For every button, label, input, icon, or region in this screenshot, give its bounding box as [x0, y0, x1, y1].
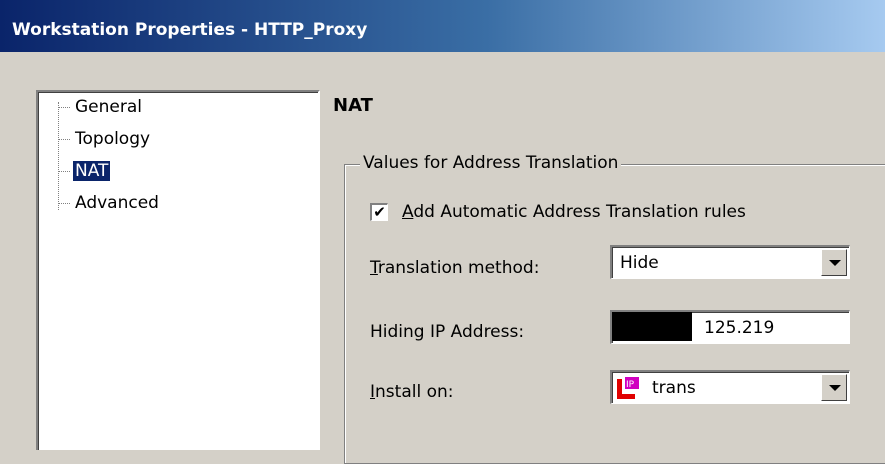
tree-item-label: Topology [75, 129, 151, 149]
category-tree: General Topology NAT Advanced [36, 90, 320, 450]
redaction-block [612, 312, 692, 341]
gateway-icon: IP [617, 377, 639, 399]
svg-text:IP: IP [626, 380, 635, 390]
window-titlebar: Workstation Properties - HTTP_Proxy [0, 0, 885, 52]
hiding-ip-value: 125.219 [704, 318, 775, 338]
chevron-down-icon[interactable] [821, 374, 847, 401]
auto-translation-label[interactable]: Add Automatic Address Translation rules [402, 202, 746, 222]
auto-translation-checkbox[interactable]: ✔ [370, 203, 388, 221]
chevron-down-icon[interactable] [821, 249, 847, 276]
tree-item-label: Advanced [75, 193, 159, 213]
install-on-label: Install on: [370, 382, 453, 402]
tree-item-label: NAT [71, 160, 112, 182]
translation-method-value: Hide [620, 253, 659, 273]
tree-item-label: General [75, 97, 142, 117]
install-on-value: trans [652, 378, 696, 398]
tree-item-advanced[interactable]: Advanced [58, 193, 161, 217]
install-on-select[interactable]: IP trans [610, 370, 850, 404]
hiding-ip-field[interactable]: 125.219 [610, 310, 850, 344]
auto-translation-mnemonic: A [402, 202, 414, 222]
section-title: NAT [333, 95, 373, 116]
tree-item-topology[interactable]: Topology [58, 129, 152, 153]
group-label: Values for Address Translation [360, 153, 622, 173]
tree-item-nat[interactable]: NAT [58, 160, 112, 185]
translation-method-mnemonic: T [370, 258, 378, 278]
translation-method-label-rest: ranslation method: [377, 258, 540, 278]
window-title: Workstation Properties - HTTP_Proxy [12, 20, 368, 40]
tree-item-general[interactable]: General [58, 97, 144, 121]
auto-translation-label-rest: dd Automatic Address Translation rules [413, 202, 746, 222]
translation-method-label: Translation method: [370, 258, 539, 278]
hiding-ip-label: Hiding IP Address: [370, 322, 525, 342]
translation-method-select[interactable]: Hide [610, 245, 850, 279]
install-on-label-rest: nstall on: [375, 382, 454, 402]
